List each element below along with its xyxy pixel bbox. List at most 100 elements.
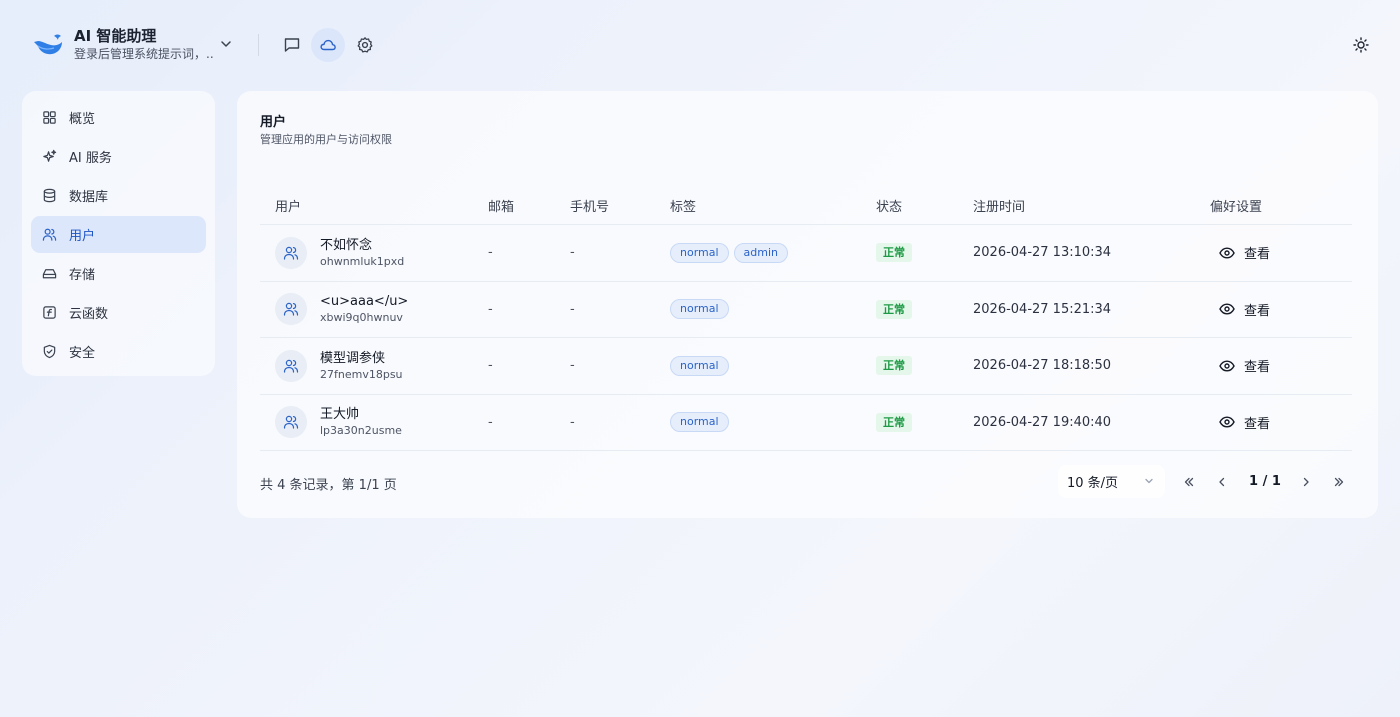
next-page-button[interactable] — [1295, 471, 1317, 493]
registered-time: 2026-04-27 18:18:50 — [973, 358, 1112, 374]
settings-button[interactable] — [348, 28, 382, 62]
sidebar-item-label: 数据库 — [69, 190, 109, 205]
function-icon — [43, 306, 56, 319]
user-phone: - — [570, 245, 575, 261]
column-header-status: 状态 — [876, 199, 903, 215]
avatar — [275, 349, 307, 382]
column-header-preferences: 偏好设置 — [1210, 199, 1263, 215]
eye-icon — [1219, 303, 1235, 315]
sidebar-item-security[interactable]: 安全 — [31, 333, 206, 370]
top-header: AI 智能助理 登录后管理系统提示词，... — [0, 0, 1400, 90]
header-divider — [258, 34, 259, 56]
user-email: - — [488, 301, 493, 317]
registered-time: 2026-04-27 19:40:40 — [973, 414, 1112, 430]
theme-toggle-button[interactable] — [1348, 32, 1374, 58]
user-phone: - — [570, 414, 575, 430]
table-header: 用户 邮箱 手机号 标签 状态 注册时间 偏好设置 — [260, 186, 1352, 225]
column-header-phone: 手机号 — [570, 199, 610, 215]
sidebar-item-storage[interactable]: 存储 — [31, 255, 206, 292]
status-badge: 正常 — [876, 412, 912, 432]
last-page-button[interactable] — [1328, 471, 1350, 493]
view-button-label: 查看 — [1244, 247, 1271, 263]
tag-badge: normal — [670, 412, 729, 433]
view-button[interactable]: 查看 — [1210, 356, 1350, 375]
view-button-label: 查看 — [1244, 360, 1271, 376]
users-icon — [283, 246, 299, 260]
tag-badge: normal — [670, 242, 729, 263]
user-id: 27fnemv18psu — [320, 367, 403, 381]
prev-page-button[interactable] — [1211, 471, 1233, 493]
page-subtitle: 管理应用的用户与访问权限 — [260, 133, 392, 146]
sidebar-item-cloud-functions[interactable]: 云函数 — [31, 294, 206, 331]
sidebar: 概览 AI 服务 数据库 用户 存储 云函数 安全 — [22, 91, 215, 376]
sidebar-item-overview[interactable]: 概览 — [31, 99, 206, 136]
status-badge: 正常 — [876, 243, 912, 263]
user-email: - — [488, 358, 493, 374]
page-indicator: 1 / 1 — [1249, 474, 1281, 489]
cloud-button[interactable] — [311, 28, 345, 62]
chat-button[interactable] — [275, 28, 309, 62]
eye-icon — [1219, 360, 1235, 372]
avatar — [275, 293, 307, 326]
table-row: 不如怀念 ohwnmluk1pxd - - normal admin 正常 20… — [260, 225, 1352, 282]
chevron-right-icon — [1303, 477, 1309, 487]
whale-logo-icon — [34, 34, 62, 55]
eye-icon — [1219, 247, 1235, 259]
tag-badge: normal — [670, 299, 729, 320]
sidebar-item-label: 安全 — [69, 346, 96, 361]
user-name: 不如怀念 — [320, 237, 373, 253]
chevron-down-icon[interactable] — [218, 36, 234, 52]
grid-icon — [43, 111, 56, 124]
column-header-user: 用户 — [275, 199, 302, 215]
shield-icon — [43, 344, 56, 359]
user-phone: - — [570, 358, 575, 374]
sidebar-item-database[interactable]: 数据库 — [31, 177, 206, 214]
gear-icon — [357, 37, 373, 53]
avatar — [275, 236, 307, 269]
sidebar-item-label: 用户 — [69, 229, 96, 244]
main-panel: 用户 管理应用的用户与访问权限 用户 邮箱 手机号 标签 状态 注册时间 偏好设… — [237, 91, 1378, 518]
tag-badge: admin — [733, 242, 789, 263]
app-subtitle: 登录后管理系统提示词，... — [74, 47, 214, 61]
view-button-label: 查看 — [1244, 303, 1271, 319]
sidebar-item-users[interactable]: 用户 — [31, 216, 206, 253]
chevrons-right-icon — [1334, 477, 1344, 487]
users-icon — [42, 228, 57, 241]
user-name: 模型调参侠 — [320, 350, 386, 366]
page-size-select[interactable]: 10 条/页 — [1058, 465, 1165, 498]
chat-icon — [284, 38, 300, 52]
first-page-button[interactable] — [1178, 471, 1200, 493]
view-button[interactable]: 查看 — [1210, 413, 1350, 432]
sidebar-item-label: AI 服务 — [69, 151, 112, 166]
view-button[interactable]: 查看 — [1210, 300, 1350, 319]
sidebar-item-ai-service[interactable]: AI 服务 — [31, 138, 206, 175]
column-header-tags: 标签 — [670, 199, 697, 215]
view-button-label: 查看 — [1244, 416, 1271, 432]
users-icon — [283, 303, 299, 316]
chevrons-left-icon — [1184, 477, 1194, 487]
sidebar-item-label: 存储 — [69, 268, 96, 283]
registered-time: 2026-04-27 13:10:34 — [973, 245, 1112, 261]
view-button[interactable]: 查看 — [1210, 243, 1350, 262]
page-size-value: 10 条/页 — [1067, 476, 1119, 491]
chevron-down-icon — [1145, 478, 1153, 484]
app-title: AI 智能助理 — [74, 27, 157, 45]
user-id: ohwnmluk1pxd — [320, 254, 405, 268]
chevron-left-icon — [1219, 477, 1225, 487]
eye-icon — [1219, 416, 1235, 428]
status-badge: 正常 — [876, 356, 912, 376]
page-title: 用户 — [260, 115, 287, 130]
user-name: <u>aaa</u> — [320, 294, 409, 310]
sparkle-icon — [43, 149, 57, 162]
table-row: <u>aaa</u> xbwi9q0hwnuv - - normal 正常 20… — [260, 282, 1352, 338]
table-row: 模型调参侠 27fnemv18psu - - normal 正常 2026-04… — [260, 338, 1352, 395]
user-id: lp3a30n2usme — [320, 424, 402, 438]
database-icon — [43, 188, 56, 203]
user-email: - — [488, 245, 493, 261]
users-icon — [283, 416, 299, 429]
sun-icon — [1353, 37, 1369, 53]
app-brand[interactable]: AI 智能助理 登录后管理系统提示词，... — [32, 26, 214, 62]
hard-drive-icon — [42, 269, 57, 279]
column-header-email: 邮箱 — [488, 199, 515, 215]
column-header-registered: 注册时间 — [973, 199, 1026, 215]
